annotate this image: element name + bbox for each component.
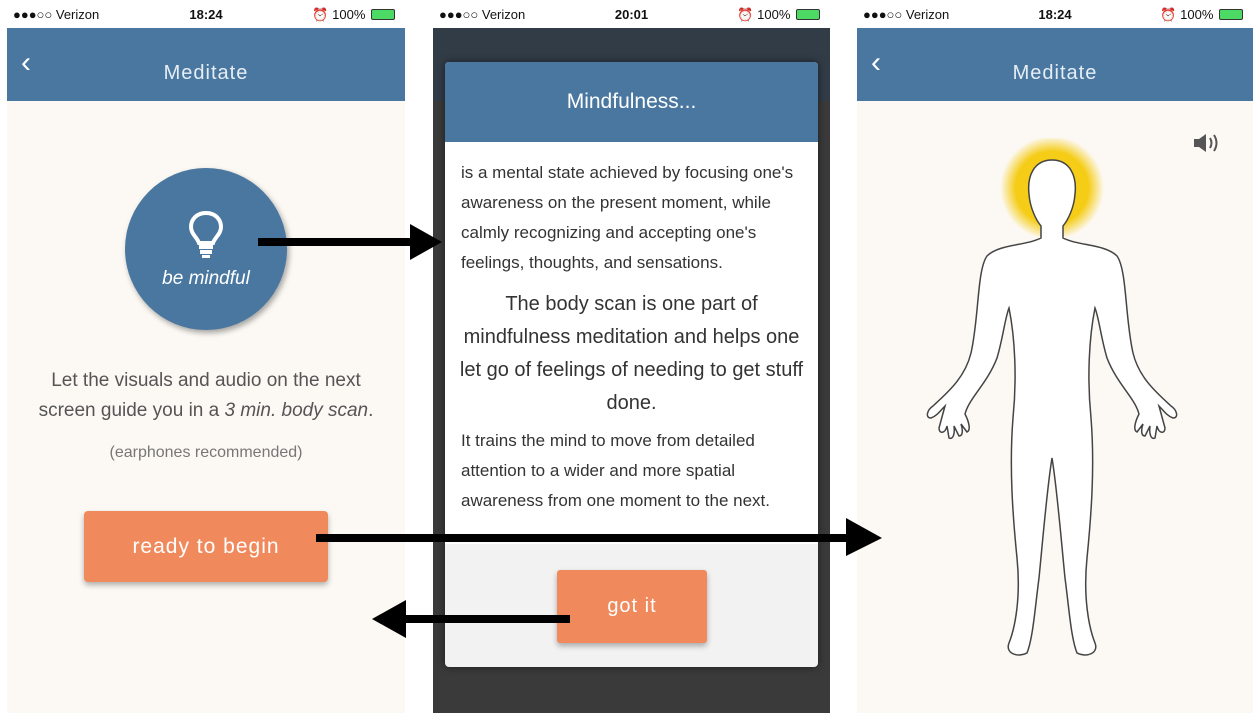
definition-text: is a mental state achieved by focusing o… (461, 163, 794, 272)
battery-percent: 100% (1180, 7, 1214, 22)
dialog-title: Mindfulness... (445, 62, 818, 142)
guide-text: Let the visuals and audio on the next sc… (7, 366, 405, 426)
ready-to-begin-button[interactable]: ready to begin (84, 511, 328, 582)
screen-body-scan: ●●●○○ Verizon 18:24 ⏰ 100% ‹ Meditate (857, 0, 1253, 713)
arrow-back-to-intro-icon (372, 600, 570, 638)
guide-line-2: screen guide you in a 3 min. body scan. (7, 396, 405, 426)
page-title: Meditate (163, 62, 249, 84)
battery-icon (1219, 9, 1243, 20)
battery-icon (371, 9, 395, 20)
page-title: Meditate (1012, 62, 1098, 84)
arrow-to-modal-icon (258, 224, 442, 260)
screen-meditate-intro: ●●●○○ Verizon 18:24 ⏰ 100% ‹ Meditate be… (7, 0, 405, 713)
lightbulb-icon (188, 210, 224, 258)
body-outline-icon (926, 138, 1178, 656)
dialog-body: is a mental state achieved by focusing o… (445, 142, 818, 544)
guide-duration: 3 min. body scan (224, 400, 369, 421)
training-text: It trains the mind to move from detailed… (461, 431, 770, 510)
battery-percent: 100% (332, 7, 366, 22)
nav-bar: ‹ Meditate (7, 28, 405, 101)
guide-line-1: Let the visuals and audio on the next (51, 370, 361, 391)
arrow-to-body-scan-icon (316, 518, 882, 556)
body-scan-text: The body scan is one part of mindfulness… (459, 293, 804, 414)
mindfulness-dialog: Mindfulness... is a mental state achieve… (445, 62, 818, 667)
status-bar: ●●●○○ Verizon 18:24 ⏰ 100% (857, 0, 1253, 28)
earphones-note: (earphones recommended) (109, 444, 303, 461)
status-bar: ●●●○○ Verizon 20:01 ⏰ 100% (433, 0, 830, 28)
battery-percent: 100% (757, 7, 791, 22)
be-mindful-label: be mindful (162, 268, 250, 289)
got-it-button[interactable]: got it (557, 570, 707, 643)
status-bar: ●●●○○ Verizon 18:24 ⏰ 100% (7, 0, 405, 28)
guide-line-2-prefix: screen guide you in a (38, 400, 225, 421)
speaker-icon[interactable] (1193, 132, 1223, 154)
status-right: ⏰ 100% (312, 7, 395, 23)
status-right: ⏰ 100% (1160, 7, 1243, 23)
status-right: ⏰ 100% (737, 7, 820, 23)
guide-line-2-suffix: . (368, 400, 374, 421)
battery-icon (796, 9, 820, 20)
nav-bar: ‹ Meditate (857, 28, 1253, 101)
